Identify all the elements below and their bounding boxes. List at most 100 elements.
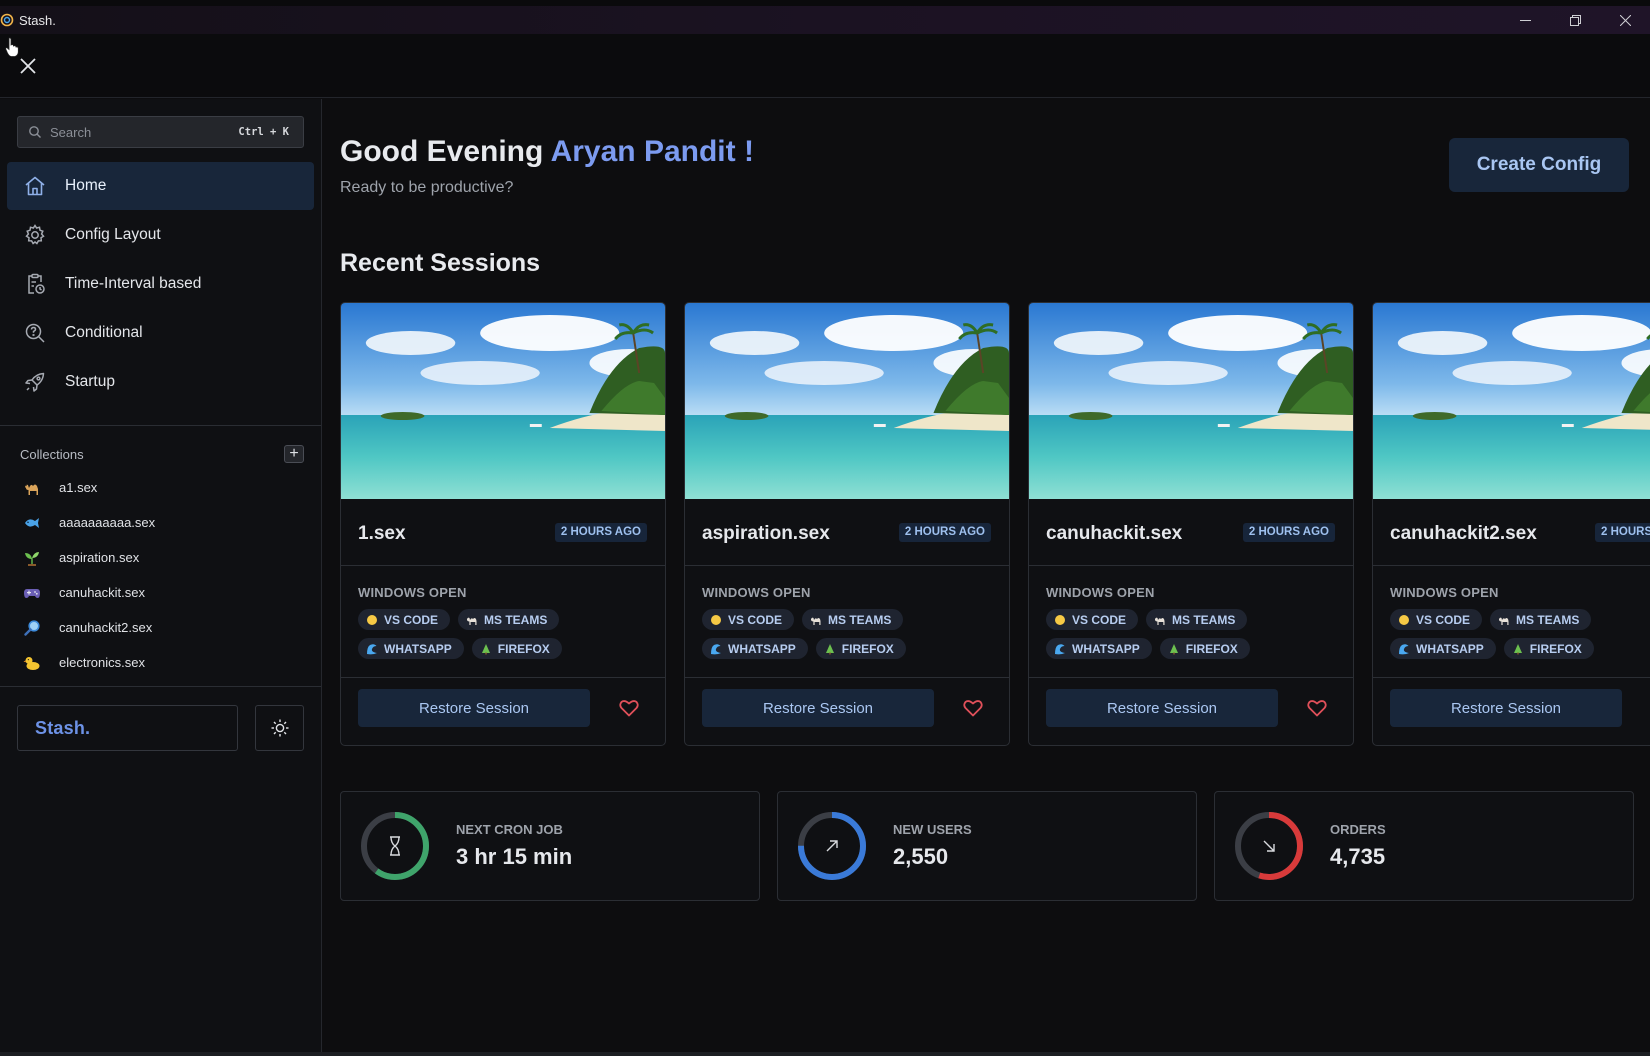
restore-window-button[interactable] [1550,6,1600,34]
collection-item[interactable]: canuhackit2.sex [22,610,302,645]
sidebar-item-time-interval[interactable]: Time-Interval based [7,260,314,308]
seedling-icon [22,548,42,568]
heart-icon[interactable] [1307,699,1327,717]
firefox-icon [1512,643,1524,655]
stat-value: 3 hr 15 min [456,844,573,869]
top-bar [0,34,1650,98]
user-name: Aryan Pandit ! [550,135,754,168]
recent-sessions-title: Recent Sessions [340,249,541,277]
session-time-badge: 2 HOURS AGO [1242,523,1335,542]
teams-icon [810,614,822,626]
sidebar-item-conditional[interactable]: Conditional [7,309,314,357]
whatsapp-icon [366,643,378,655]
close-window-button[interactable] [1600,6,1650,34]
duck-icon [22,653,42,673]
search-input[interactable] [50,124,220,140]
app-chip: WHATSAPP [1390,638,1496,659]
session-card: aspiration.sex 2 HOURS AGO WINDOWS OPEN … [684,302,1010,746]
collection-item[interactable]: electronics.sex [22,645,302,680]
stat-label: NEW USERS [893,822,972,837]
restore-session-button[interactable]: Restore Session [1046,689,1278,727]
whatsapp-icon [1398,643,1410,655]
vscode-icon [710,614,722,626]
app-chip: WHATSAPP [702,638,808,659]
magnifier-icon [22,618,42,638]
restore-window-icon [1569,14,1581,26]
app-chip-label: WHATSAPP [1072,641,1140,656]
close-panel-icon[interactable] [18,56,38,76]
sidebar-item-config-layout[interactable]: Config Layout [7,211,314,259]
firefox-icon [480,643,492,655]
sidebar-divider [0,686,321,687]
session-name: aspiration.sex [702,523,830,544]
restore-session-button[interactable]: Restore Session [702,689,934,727]
app-chip: VS CODE [358,609,451,630]
arrow-down-right-icon [1263,840,1275,852]
vscode-icon [366,614,378,626]
session-time-badge: 2 HOURS AGO [1595,523,1650,542]
vscode-icon [1054,614,1066,626]
app-chip-label: FIREFOX [841,641,894,656]
rocket-icon [25,372,45,392]
app-chips: VS CODE MS TEAMS WHATSAPP FIREFOX [1046,609,1346,667]
progress-ring [1235,812,1303,880]
sidebar-item-label: Conditional [65,324,143,341]
card-divider [341,565,665,566]
windows-open-label: WINDOWS OPEN [1390,585,1499,600]
heart-icon[interactable] [963,699,983,717]
session-card: canuhackit.sex 2 HOURS AGO WINDOWS OPEN … [1028,302,1354,746]
app-chip-label: MS TEAMS [1516,612,1580,627]
teams-icon [466,614,478,626]
restore-session-button[interactable]: Restore Session [358,689,590,727]
app-chip: VS CODE [1046,609,1139,630]
collection-name: canuhackit2.sex [59,620,153,635]
stat-value: 2,550 [893,844,949,869]
sidebar-item-startup[interactable]: Startup [7,358,314,406]
sidebar-item-label: Time-Interval based [65,275,202,292]
app-chip: WHATSAPP [1046,638,1152,659]
home-icon [25,176,45,196]
app-chip-label: WHATSAPP [384,641,452,656]
main-content: Good Evening Aryan Pandit ! Ready to be … [323,99,1650,1056]
search-box[interactable]: Ctrl + K [17,116,304,148]
sidebar-item-home[interactable]: Home [7,162,314,210]
app-logo-icon [0,13,14,27]
app-chip-label: VS CODE [1072,612,1127,627]
teams-icon [1154,614,1166,626]
minimize-button[interactable] [1500,6,1550,34]
app-chip: FIREFOX [471,638,562,659]
create-config-button[interactable]: Create Config [1449,138,1629,192]
theme-toggle-button[interactable] [255,705,304,751]
progress-ring [798,812,866,880]
card-divider [1029,677,1353,678]
teams-icon [1498,614,1510,626]
app-chip: VS CODE [702,609,795,630]
minimize-icon [1519,19,1531,21]
search-icon [29,126,41,138]
arrow-up-right-icon [826,840,838,852]
app-chip: FIREFOX [815,638,906,659]
collection-name: aspiration.sex [59,550,140,565]
restore-session-button[interactable]: Restore Session [1390,689,1622,727]
collection-item[interactable]: canuhackit.sex [22,575,302,610]
app-chip-label: VS CODE [384,612,439,627]
stat-value: 4,735 [1330,844,1386,869]
session-name: 1.sex [358,523,406,544]
heart-icon[interactable] [619,699,639,717]
add-collection-button[interactable]: + [284,445,304,463]
window-titlebar: Stash. [0,0,1650,34]
collection-item[interactable]: a1.sex [22,470,302,505]
collection-item[interactable]: aaaaaaaaaa.sex [22,505,302,540]
card-divider [1373,565,1650,566]
search-question-icon [25,323,45,343]
app-chip-label: FIREFOX [497,641,550,656]
app-chip: MS TEAMS [802,609,904,630]
fish-icon [22,513,42,533]
app-chip: VS CODE [1390,609,1483,630]
close-icon [1619,14,1631,26]
session-thumbnail [1373,303,1650,499]
search-shortcut: Ctrl + K [238,126,289,138]
bottom-edge [0,1052,1650,1056]
sidebar: Ctrl + K Home Config Layout Time-Interva… [0,99,322,1056]
collection-item[interactable]: aspiration.sex [22,540,302,575]
